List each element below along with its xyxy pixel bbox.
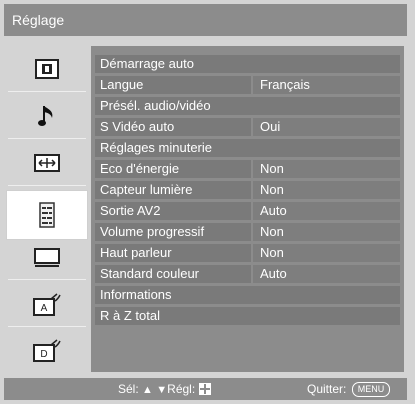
settings-list-icon (39, 202, 55, 228)
sidebar-item-settings[interactable] (6, 190, 88, 240)
sidebar-divider (8, 185, 86, 186)
svg-text:D: D (40, 349, 47, 360)
adjust-label: Régl: (167, 382, 196, 396)
menu-button[interactable]: MENU (351, 382, 391, 397)
sidebar-divider (8, 138, 86, 139)
settings-row[interactable]: Standard couleur Auto (95, 265, 400, 283)
analog-tv-setup-icon: A (33, 293, 61, 317)
setting-label: Capteur lumière (95, 181, 251, 199)
settings-row[interactable]: Eco d'énergie Non (95, 160, 400, 178)
sidebar-item-pc-settings[interactable] (8, 239, 86, 277)
sidebar-divider (8, 91, 86, 92)
setting-value: Non (253, 244, 400, 262)
status-bar: Sél: ▲ ▼Régl: Quitter: MENU (4, 378, 407, 400)
picture-icon (35, 59, 59, 79)
setting-value: Auto (253, 202, 400, 220)
digital-tv-setup-icon: D (33, 339, 61, 363)
sidebar-item-picture[interactable] (8, 50, 86, 88)
sidebar-divider (8, 279, 86, 280)
setting-label: S Vidéo auto (95, 118, 251, 136)
settings-row[interactable]: Haut parleur Non (95, 244, 400, 262)
settings-row[interactable]: Démarrage auto (95, 55, 400, 73)
quit-hint: Quitter: MENU (307, 378, 391, 400)
dpad-icon (198, 383, 211, 395)
sidebar-divider (8, 326, 86, 327)
setting-value: Français (253, 76, 400, 94)
arrow-up-icon: ▲ (142, 384, 153, 396)
settings-row[interactable]: Sortie AV2 Auto (95, 202, 400, 220)
settings-row[interactable]: Volume progressif Non (95, 223, 400, 241)
setting-label: Réglages minuterie (95, 139, 400, 157)
settings-row[interactable]: Présél. audio/vidéo (95, 97, 400, 115)
settings-row[interactable]: Informations (95, 286, 400, 304)
setting-label: Présél. audio/vidéo (95, 97, 400, 115)
music-note-icon (38, 103, 56, 129)
setting-value: Oui (253, 118, 400, 136)
setting-label: Démarrage auto (95, 55, 400, 73)
monitor-icon (34, 248, 60, 268)
setting-label: Eco d'énergie (95, 160, 251, 178)
navigation-hint: Sél: ▲ ▼Régl: (118, 378, 211, 401)
setting-label: Haut parleur (95, 244, 251, 262)
setting-label: R à Z total (95, 307, 400, 325)
settings-row[interactable]: Réglages minuterie (95, 139, 400, 157)
menu-title: Réglage (4, 4, 407, 36)
setting-label: Sortie AV2 (95, 202, 251, 220)
setting-label: Langue (95, 76, 251, 94)
sidebar-item-screen[interactable] (8, 144, 86, 182)
setting-label: Standard couleur (95, 265, 251, 283)
setting-value: Auto (253, 265, 400, 283)
setting-label: Volume progressif (95, 223, 251, 241)
sidebar-item-analog-setup[interactable]: A (8, 286, 86, 324)
setting-value: Non (253, 223, 400, 241)
select-label: Sél: (118, 382, 139, 396)
sidebar-item-sound[interactable] (8, 97, 86, 135)
setting-value: Non (253, 160, 400, 178)
screen-format-icon (34, 154, 60, 172)
svg-text:A: A (41, 303, 48, 314)
settings-row[interactable]: Langue Français (95, 76, 400, 94)
arrow-down-icon: ▼ (156, 384, 168, 396)
settings-menu-window: Réglage A D Démarrage auto Langue França… (0, 0, 415, 404)
settings-row[interactable]: R à Z total (95, 307, 400, 325)
settings-list: Démarrage auto Langue Français Présél. a… (91, 46, 404, 372)
quit-label: Quitter: (307, 382, 347, 396)
settings-row[interactable]: S Vidéo auto Oui (95, 118, 400, 136)
sidebar-item-digital-setup[interactable]: D (8, 332, 86, 370)
setting-label: Informations (95, 286, 400, 304)
category-sidebar: A D (6, 46, 88, 372)
setting-value: Non (253, 181, 400, 199)
settings-row[interactable]: Capteur lumière Non (95, 181, 400, 199)
